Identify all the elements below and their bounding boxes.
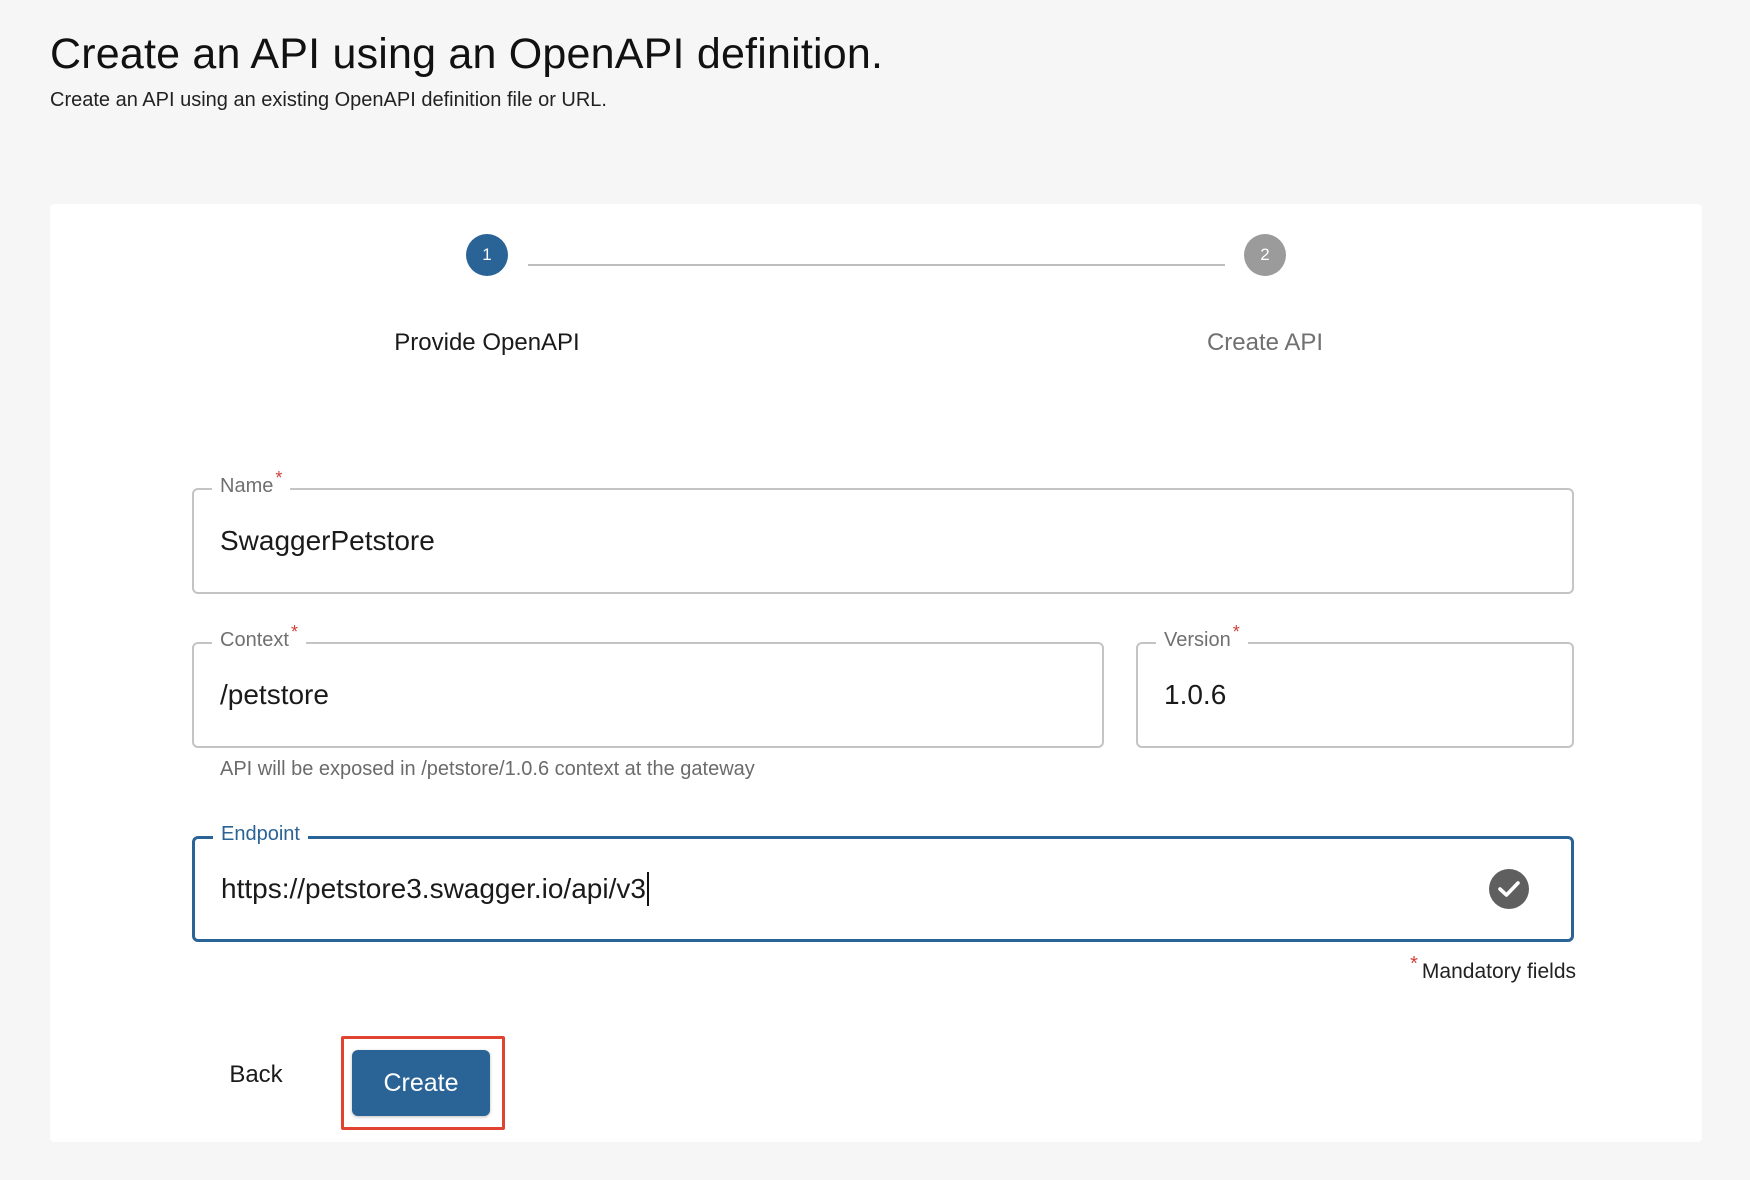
step-2-label: Create API (1206, 329, 1324, 356)
page-subtitle: Create an API using an existing OpenAPI … (50, 89, 607, 111)
step-connector (528, 264, 1225, 266)
step-1-label: Provide OpenAPI (394, 329, 580, 356)
endpoint-input[interactable]: https://petstore3.swagger.io/api/v3 (221, 839, 649, 939)
create-api-card: 1 2 Provide OpenAPI Create API Name * Swa… (50, 204, 1702, 1142)
mandatory-fields-note: * Mandatory fields (1410, 953, 1576, 983)
back-button[interactable]: Back (206, 1044, 306, 1106)
name-field[interactable]: Name * SwaggerPetstore (192, 468, 1574, 594)
page-header: Create an API using an OpenAPI definitio… (50, 30, 883, 112)
text-caret (646, 872, 649, 906)
context-helper-text: API will be exposed in /petstore/1.0.6 c… (220, 758, 755, 780)
context-field[interactable]: Context * /petstore (192, 622, 1104, 748)
endpoint-value: https://petstore3.swagger.io/api/v3 (221, 873, 646, 904)
create-button[interactable]: Create (352, 1050, 490, 1116)
endpoint-field[interactable]: Endpoint https://petstore3.swagger.io/ap… (192, 823, 1574, 942)
page-title: Create an API using an OpenAPI definitio… (50, 30, 884, 78)
step-1-indicator: 1 (466, 234, 508, 276)
name-input[interactable]: SwaggerPetstore (220, 490, 435, 592)
version-field[interactable]: Version * 1.0.6 (1136, 622, 1574, 748)
check-circle-icon (1489, 869, 1529, 909)
step-2-indicator: 2 (1244, 234, 1286, 276)
context-input[interactable]: /petstore (220, 644, 329, 746)
version-input[interactable]: 1.0.6 (1164, 644, 1226, 746)
